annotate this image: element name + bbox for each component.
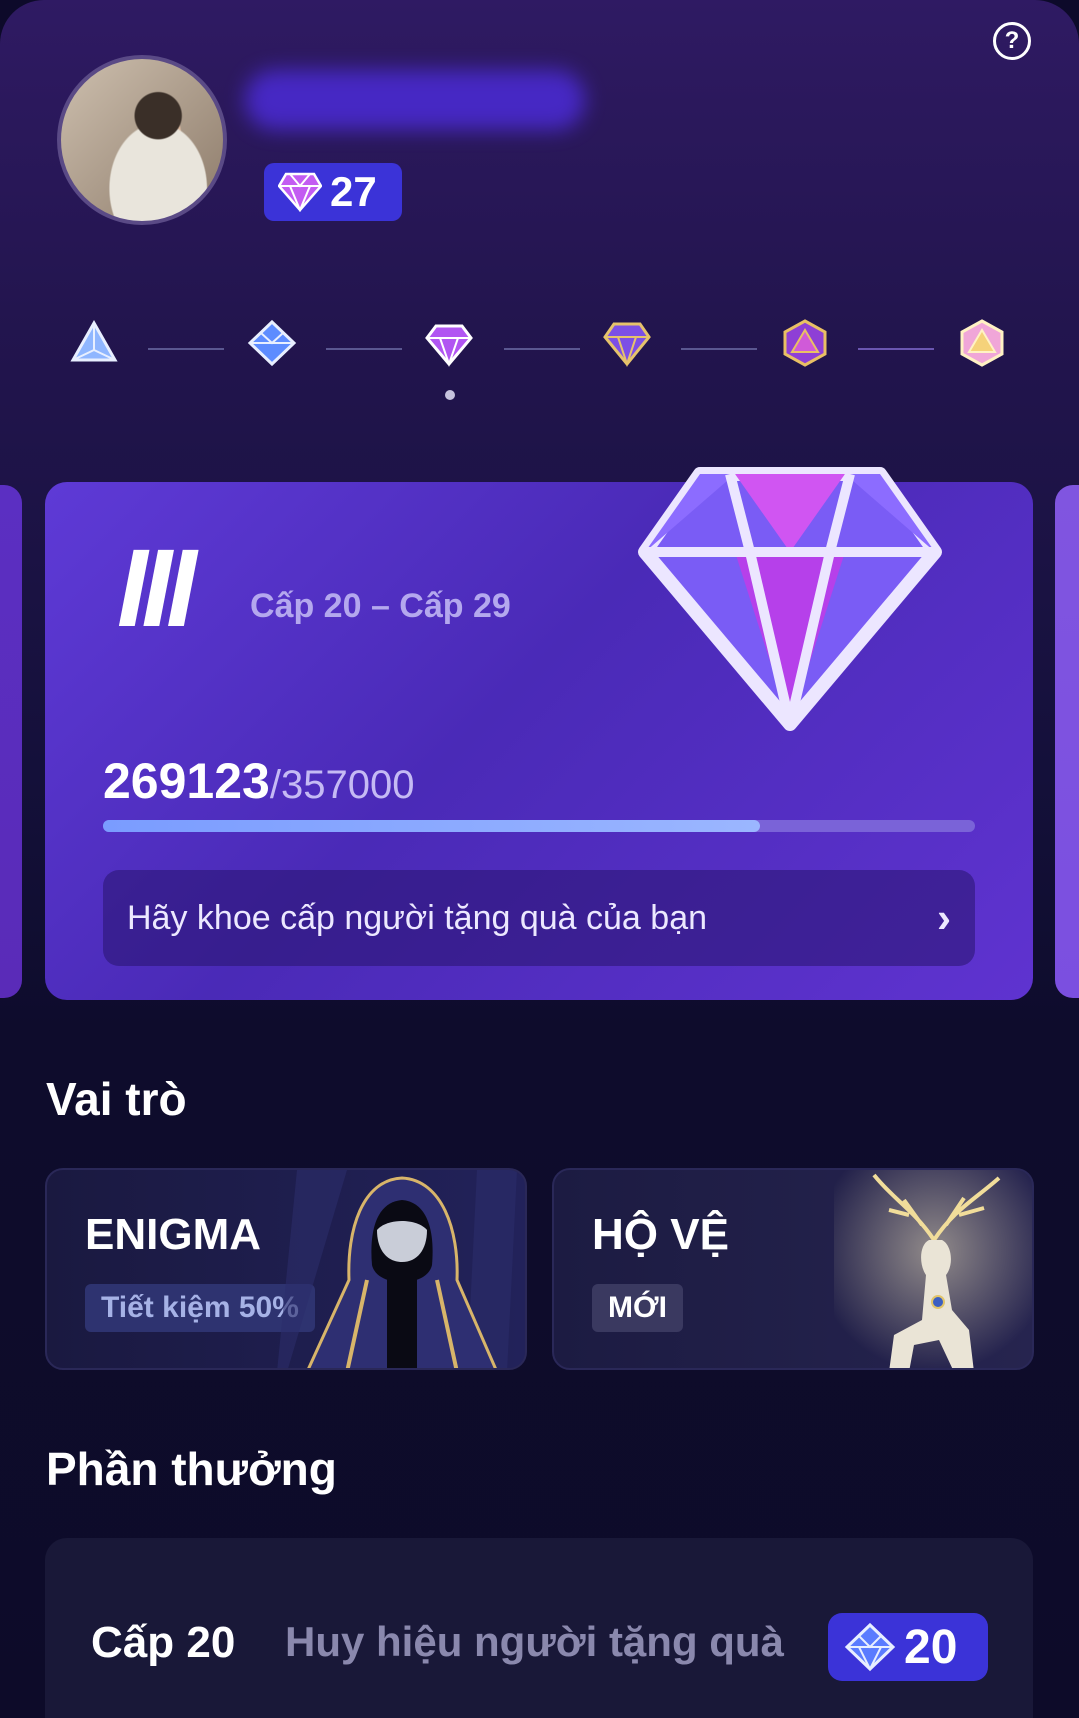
- white-deer-illustration: [834, 1170, 1032, 1368]
- role-title: ENIGMA: [85, 1210, 261, 1259]
- new-tag: MỚI: [592, 1284, 683, 1332]
- tier-progress-row: [0, 318, 1079, 378]
- diamond-icon: [278, 172, 322, 212]
- progress-bar-fill: [103, 820, 761, 832]
- progress-bar: [103, 820, 975, 832]
- previous-tier-card[interactable]: [0, 485, 22, 998]
- tier-3-icon[interactable]: [424, 318, 474, 368]
- help-icon[interactable]: ?: [993, 22, 1031, 60]
- tier-4-icon[interactable]: [602, 318, 652, 368]
- show-off-label: Hãy khoe cấp người tặng quà của bạn: [127, 898, 708, 937]
- tier-1-icon[interactable]: [69, 318, 119, 368]
- total-points: /357000: [269, 763, 415, 807]
- level-range: Cấp 20 – Cấp 29: [250, 587, 511, 625]
- tier-connector: [148, 348, 224, 350]
- current-points: 269123: [103, 753, 270, 809]
- app-screen: ? 27 III Cấp 20 – Cấp 29 269123/357000 H…: [0, 0, 1079, 1718]
- roles-heading: Vai trò: [46, 1073, 187, 1125]
- reward-badge-count: 20: [904, 1620, 958, 1674]
- role-title: HỘ VỆ: [592, 1210, 729, 1259]
- tier-card: III Cấp 20 – Cấp 29 269123/357000 Hãy kh…: [45, 467, 1033, 1000]
- tier-6-icon[interactable]: [957, 318, 1007, 368]
- show-off-level-button[interactable]: Hãy khoe cấp người tặng quà của bạn ›: [103, 870, 975, 966]
- tier-2-icon[interactable]: [247, 318, 297, 368]
- role-card-guardian[interactable]: HỘ VỆ MỚI: [552, 1168, 1034, 1370]
- tier-connector: [858, 348, 934, 350]
- gem-count: 27: [330, 168, 377, 215]
- selected-tier-indicator: [445, 390, 455, 400]
- tier-5-icon[interactable]: [780, 318, 830, 368]
- tier-numeral: III: [117, 527, 197, 650]
- next-tier-card[interactable]: [1055, 485, 1079, 998]
- reward-description: Huy hiệu người tặng quà: [285, 1618, 784, 1665]
- reward-level: Cấp 20: [91, 1618, 236, 1667]
- redacted-username: [245, 70, 585, 130]
- gem-count-badge[interactable]: 27: [264, 163, 402, 221]
- reward-item[interactable]: Cấp 20 Huy hiệu người tặng quà 20: [45, 1538, 1033, 1718]
- rewards-heading: Phần thưởng: [46, 1443, 337, 1495]
- reward-level-badge: 20: [828, 1613, 988, 1681]
- tier-connector: [681, 348, 757, 350]
- diamond-outline-icon: [844, 1622, 896, 1672]
- tier-connector: [326, 348, 402, 350]
- large-diamond-icon: [638, 467, 942, 731]
- chevron-right-icon: ›: [937, 894, 951, 941]
- role-card-enigma[interactable]: ENIGMA Tiết kiệm 50%: [45, 1168, 527, 1370]
- masked-figure-illustration: [277, 1170, 517, 1368]
- tier-connector: [504, 348, 580, 350]
- avatar[interactable]: [57, 55, 227, 225]
- points-progress-text: 269123/357000: [103, 752, 414, 810]
